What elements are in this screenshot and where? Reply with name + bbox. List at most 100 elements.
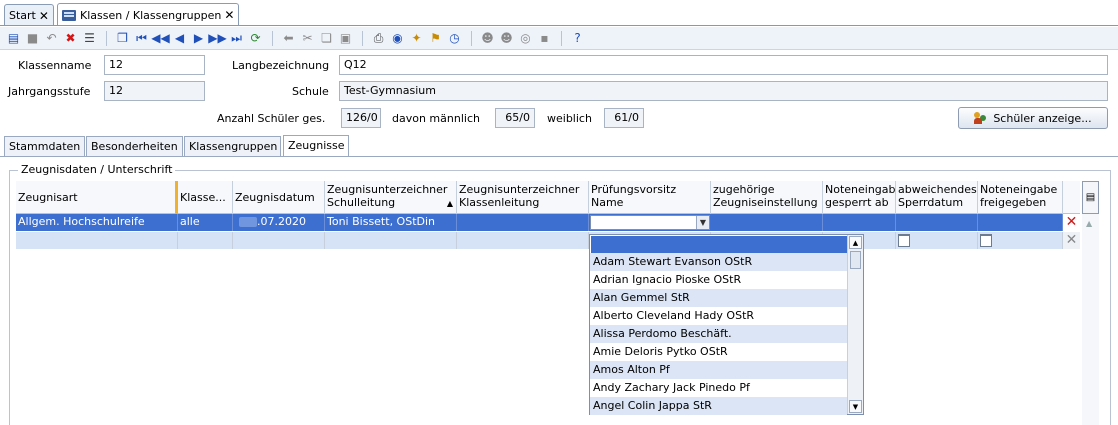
column-header-label: Zeugnisart [18,191,78,204]
tab-besonderheiten[interactable]: Besonderheiten [86,136,183,156]
cell-gesperrt-ab[interactable] [823,214,896,231]
cell-freigegeben[interactable] [978,214,1063,231]
jahrgangsstufe-field[interactable]: 12 [104,81,205,101]
cell-schulleitung[interactable]: Toni Bissett, OStDin [325,214,457,231]
save-icon[interactable]: ■ [24,30,41,47]
weiblich-field: 61/0 [604,108,644,128]
cell-zeugnisdatum[interactable]: .07.2020 [233,214,325,231]
next-page-icon[interactable]: ▶▶ [208,30,226,47]
cell-sperrdatum[interactable] [896,214,978,231]
column-header-sperrdatum[interactable]: abweichendes Sperrdatum [896,181,978,214]
cell-klasse[interactable]: alle [178,214,233,231]
column-header-klasse[interactable]: Klasse... [178,181,233,214]
clean-icon[interactable]: ⚑ [427,30,444,47]
print-icon[interactable]: ⎙ [370,30,387,47]
dropdown-option[interactable]: Alberto Cleveland Hady OStR [590,307,847,325]
column-chooser-button[interactable]: ▤ [1082,181,1099,214]
column-header-freigegeben[interactable]: Noteneingabe freigegeben [978,181,1063,214]
group-icon[interactable]: ☻ [498,30,515,47]
dropdown-option[interactable]: Adam Stewart Evanson OStR [590,253,847,271]
pruefungsvorsitz-dropdown[interactable]: Adam Stewart Evanson OStR Adrian Ignacio… [589,234,864,415]
pruefungsvorsitz-combo[interactable]: ▼ [590,215,710,230]
chevron-down-icon[interactable]: ▼ [696,216,709,229]
dropdown-option[interactable]: Andy Zachary Jack Pinedo Pf [590,379,847,397]
table-row[interactable]: ✕ [16,232,1080,249]
help-icon[interactable]: ? [569,30,586,47]
attach-icon[interactable]: ◎ [517,30,534,47]
dropdown-option[interactable]: Angel Colin Jappa StR [590,397,847,415]
tab-start[interactable]: Start ✕ [4,4,54,26]
new-icon[interactable]: ▤ [5,30,22,47]
last-icon[interactable]: ⏭ [228,30,245,47]
close-icon[interactable]: ✕ [224,8,234,22]
column-header-schulleitung[interactable]: Zeugnisunterzeichner Schulleitung ▲ [325,181,457,214]
sperrdatum-checkbox[interactable] [898,235,910,247]
tab-klassen-label: Klassen / Klassengruppen [80,8,222,22]
cell-klassenleitung[interactable] [457,214,589,231]
schule-field[interactable]: Test-Gymnasium [339,81,1108,101]
paste-icon[interactable]: ▣ [337,30,354,47]
first-icon[interactable]: ⏮ [133,30,150,47]
dropdown-option[interactable]: Amie Deloris Pytko OStR [590,343,847,361]
note-icon[interactable]: ▪ [536,30,553,47]
scroll-down-icon[interactable]: ▼ [849,400,862,413]
column-header-zeugnisdatum[interactable]: Zeugnisdatum [233,181,325,214]
cell-zeugnisart[interactable] [16,232,178,249]
tab-klassengruppen[interactable]: Klassengruppen [184,136,281,156]
table-row[interactable]: Allgem. Hochschulreife alle .07.2020 Ton… [16,214,1080,231]
scroll-thumb[interactable] [850,251,861,269]
dropdown-option[interactable]: Amos Alton Pf [590,361,847,379]
column-header-pruefungsvorsitz[interactable]: Prüfungsvorsitz Name [589,181,711,214]
delete-icon[interactable]: ✖ [62,30,79,47]
delete-row-icon[interactable]: ✕ [1063,232,1080,249]
cell-schulleitung[interactable] [325,232,457,249]
scroll-up-icon[interactable]: ▲ [1086,219,1092,228]
langbezeichnung-field[interactable]: Q12 [339,55,1108,75]
dropdown-option[interactable]: Alan Gemmel StR [590,289,847,307]
delete-row-icon[interactable]: ✕ [1063,214,1080,231]
copy-icon[interactable]: ❏ [318,30,335,47]
next-icon[interactable]: ▶ [190,30,207,47]
cell-zeugniseinstellung[interactable] [711,214,823,231]
cell-klasse[interactable] [178,232,233,249]
klassenname-field[interactable]: 12 [104,55,205,75]
cell-zeugnisart[interactable]: Allgem. Hochschulreife [16,214,178,231]
properties-icon[interactable]: ☰ [81,30,98,47]
column-header-zeugniseinstellung[interactable]: zugehörige Zeugniseinstellung [711,181,823,214]
freigegeben-checkbox[interactable] [980,235,992,247]
table-scrollbar[interactable]: ▲ [1082,214,1099,425]
column-header-label: Noteneingabe [980,183,1058,196]
cell-klassenleitung[interactable] [457,232,589,249]
preview-icon[interactable]: ◉ [389,30,406,47]
prev-icon[interactable]: ◀ [171,30,188,47]
clock-icon[interactable]: ◷ [446,30,463,47]
toolbar-separator [359,30,367,47]
dropdown-option[interactable]: Alissa Perdomo Beschäft. [590,325,847,343]
toolbar: ▤ ■ ↶ ✖ ☰ ❐ ⏮ ◀◀ ◀ ▶ ▶▶ ⏭ ⟳ ⬅ ✂ ❏ ▣ ⎙ ◉ … [0,27,1118,50]
show-students-button[interactable]: Schüler anzeige... [958,107,1108,129]
refresh-icon[interactable]: ⟳ [247,30,264,47]
back-icon[interactable]: ⬅ [280,30,297,47]
cell-zeugnisdatum[interactable] [233,232,325,249]
close-icon[interactable]: ✕ [39,9,49,23]
cut-icon[interactable]: ✂ [299,30,316,47]
dropdown-option[interactable]: Adrian Ignacio Pioske OStR [590,271,847,289]
show-students-label: Schüler anzeige... [993,111,1092,125]
cell-zeugnisdatum-value: .07.2020 [257,215,306,228]
scroll-up-icon[interactable]: ▲ [849,236,862,249]
column-header-klassenleitung[interactable]: Zeugnisunterzeichner Klassenleitung [457,181,589,214]
copy-record-icon[interactable]: ❐ [114,30,131,47]
column-chooser-icon: ▤ [1085,192,1096,203]
prev-page-icon[interactable]: ◀◀ [151,30,169,47]
column-header-gesperrt-ab[interactable]: Noteneingab gesperrt ab [823,181,896,214]
users-icon[interactable]: ☻ [479,30,496,47]
column-header-zeugnisart[interactable]: Zeugnisart [16,181,178,214]
hint-icon[interactable]: ✦ [408,30,425,47]
dropdown-filter-input[interactable] [591,236,847,253]
tab-klassen[interactable]: Klassen / Klassengruppen ✕ [57,3,240,26]
dropdown-scrollbar[interactable]: ▲ ▼ [847,235,863,414]
tab-stammdaten[interactable]: Stammdaten [4,136,85,156]
undo-icon[interactable]: ↶ [43,30,60,47]
tab-zeugnisse[interactable]: Zeugnisse [283,135,349,156]
column-header-label: Sperrdatum [898,196,964,209]
